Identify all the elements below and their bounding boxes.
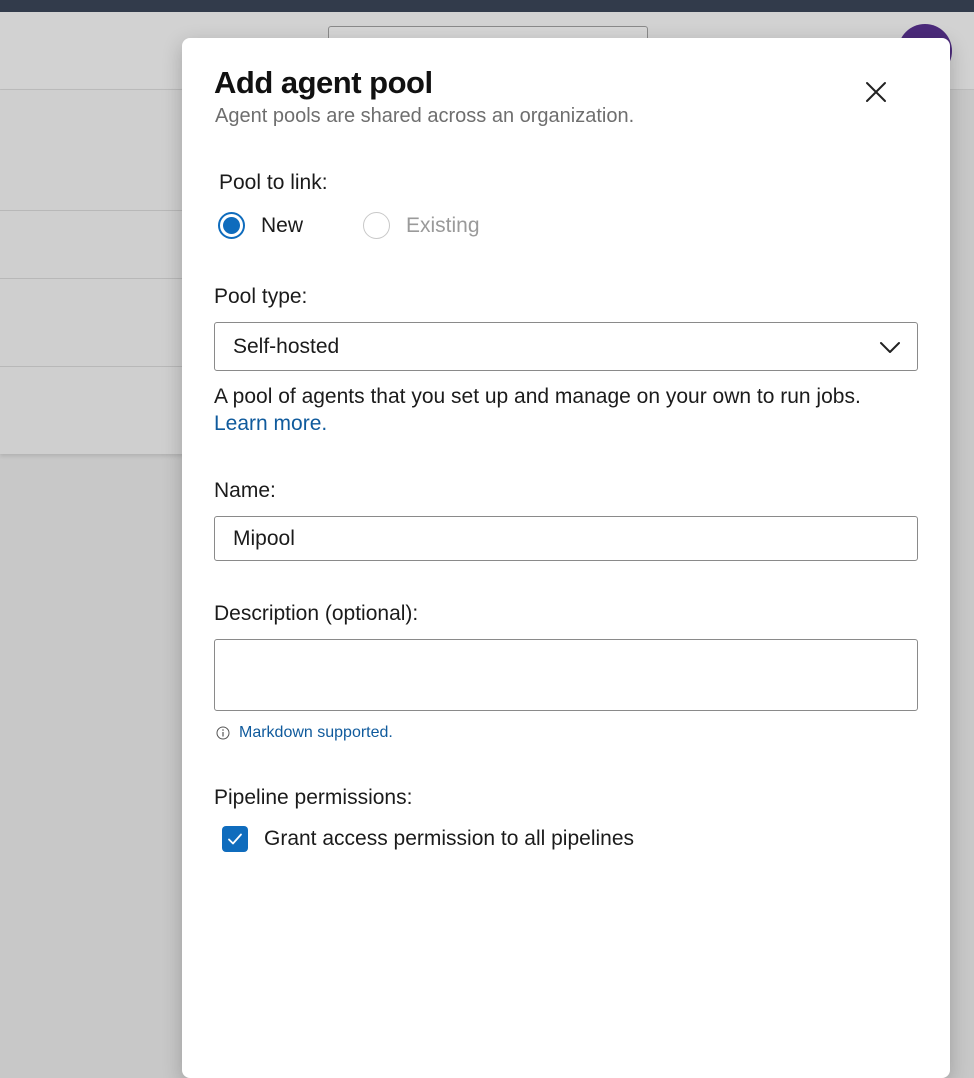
background-panel: [0, 90, 190, 454]
pipeline-permissions-label: Pipeline permissions:: [214, 786, 413, 809]
close-icon: [866, 82, 886, 102]
background-divider: [0, 278, 190, 279]
radio-new-indicator: [218, 212, 245, 239]
dialog-title: Add agent pool: [214, 65, 433, 100]
markdown-note-text: Markdown supported.: [239, 724, 393, 741]
description-label: Description (optional):: [214, 602, 419, 625]
close-button[interactable]: [862, 78, 890, 106]
radio-new-label: New: [261, 213, 304, 237]
name-label: Name:: [214, 479, 276, 502]
grant-access-label: Grant access permission to all pipelines: [264, 827, 635, 850]
dialog-subtitle: Agent pools are shared across an organiz…: [215, 105, 635, 127]
background-divider: [0, 210, 190, 211]
description-textarea[interactable]: [214, 639, 918, 711]
pool-type-label: Pool type:: [214, 285, 308, 308]
pool-type-value: Self-hosted: [233, 335, 340, 358]
radio-existing[interactable]: Existing: [363, 212, 480, 239]
top-bar: [0, 0, 974, 12]
chevron-down-icon: [880, 342, 900, 353]
pool-type-help: A pool of agents that you set up and man…: [214, 383, 904, 437]
pool-to-link-label: Pool to link:: [219, 171, 328, 194]
checkmark-icon: [228, 833, 242, 845]
grant-access-checkbox-row[interactable]: Grant access permission to all pipelines: [222, 826, 634, 852]
radio-existing-label: Existing: [406, 213, 480, 237]
radio-new[interactable]: New: [218, 212, 303, 239]
info-icon: [216, 726, 230, 740]
radio-existing-indicator: [363, 212, 390, 239]
add-agent-pool-dialog: Add agent pool Agent pools are shared ac…: [182, 38, 950, 1078]
pool-type-help-text: A pool of agents that you set up and man…: [214, 385, 861, 408]
learn-more-link[interactable]: Learn more.: [214, 412, 327, 435]
pool-type-dropdown[interactable]: Self-hosted: [214, 322, 918, 371]
name-input-value: Mipool: [233, 527, 295, 550]
grant-access-checkbox[interactable]: [222, 826, 248, 852]
markdown-note: Markdown supported.: [216, 724, 393, 742]
name-input[interactable]: Mipool: [214, 516, 918, 561]
background-divider: [0, 366, 190, 367]
